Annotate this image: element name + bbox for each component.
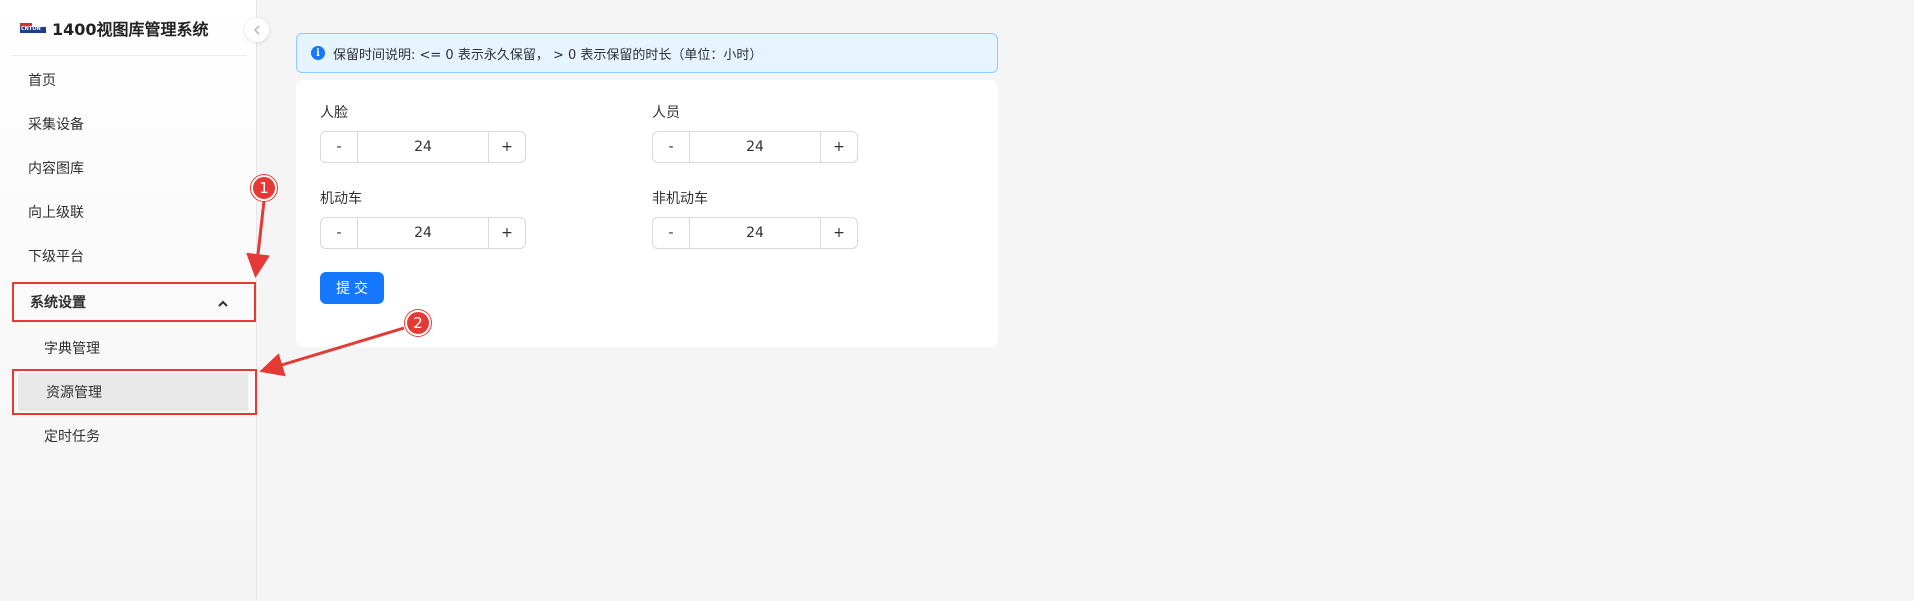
field-label-face: 人脸 xyxy=(320,105,348,121)
sidebar-subitem-dictionary[interactable]: 字典管理 xyxy=(12,326,245,370)
decrement-button[interactable]: - xyxy=(321,132,358,162)
motor-vehicle-retention-stepper: - + xyxy=(320,217,526,249)
sidebar-subitem-scheduled-tasks[interactable]: 定时任务 xyxy=(12,414,245,458)
decrement-button[interactable]: - xyxy=(321,218,358,248)
field-label-person: 人员 xyxy=(652,105,680,121)
non-motor-vehicle-retention-input[interactable] xyxy=(690,218,820,248)
retention-info-alert: i 保留时间说明: <= 0 表示永久保留， > 0 表示保留的时长（单位：小时… xyxy=(296,33,998,73)
sidebar-item-label: 首页 xyxy=(28,73,56,89)
non-motor-vehicle-retention-stepper: - + xyxy=(652,217,858,249)
alert-text: 保留时间说明: <= 0 表示永久保留， > 0 表示保留的时长（单位：小时） xyxy=(333,47,763,63)
chevron-up-icon xyxy=(218,298,228,311)
info-icon: i xyxy=(311,46,325,60)
sidebar-item-upper-cascade[interactable]: 向上级联 xyxy=(0,190,257,234)
sidebar-group-system-settings[interactable]: 系统设置 xyxy=(12,282,256,322)
sidebar-item-lower-platform[interactable]: 下级平台 xyxy=(0,234,257,278)
sidebar-collapse-button[interactable] xyxy=(245,18,269,42)
sidebar-item-label: 内容图库 xyxy=(28,161,84,177)
face-retention-input[interactable] xyxy=(358,132,488,162)
sidebar-item-label: 下级平台 xyxy=(28,249,84,265)
sidebar-subitem-label: 字典管理 xyxy=(44,341,100,357)
sidebar: CNTON 1400视图库管理系统 首页 采集设备 内容图库 向上级联 下级平台… xyxy=(0,0,257,601)
increment-button[interactable]: + xyxy=(820,132,857,162)
person-retention-stepper: - + xyxy=(652,131,858,163)
increment-button[interactable]: + xyxy=(820,218,857,248)
sidebar-item-devices[interactable]: 采集设备 xyxy=(0,102,257,146)
field-label-non-motor-vehicle: 非机动车 xyxy=(652,191,708,207)
increment-button[interactable]: + xyxy=(488,218,525,248)
submit-button[interactable]: 提交 xyxy=(320,272,384,304)
decrement-button[interactable]: - xyxy=(653,218,690,248)
logo-row: CNTON 1400视图库管理系统 xyxy=(12,0,247,56)
field-label-motor-vehicle: 机动车 xyxy=(320,191,362,207)
sidebar-item-label: 采集设备 xyxy=(28,117,84,133)
person-retention-input[interactable] xyxy=(690,132,820,162)
sidebar-item-label: 向上级联 xyxy=(28,205,84,221)
annotation-arrow-1 xyxy=(246,200,270,278)
motor-vehicle-retention-input[interactable] xyxy=(358,218,488,248)
annotation-badge-1: 1 xyxy=(251,175,277,201)
app-title: 1400视图库管理系统 xyxy=(52,19,209,39)
face-retention-stepper: - + xyxy=(320,131,526,163)
sidebar-subitem-label: 定时任务 xyxy=(44,429,100,445)
annotation-badge-2: 2 xyxy=(405,310,431,336)
sidebar-item-home[interactable]: 首页 xyxy=(0,58,257,102)
sidebar-subitem-resource-management[interactable]: 资源管理 xyxy=(12,369,257,415)
chevron-left-icon xyxy=(253,25,260,35)
sidebar-group-label: 系统设置 xyxy=(30,295,86,311)
sidebar-item-gallery[interactable]: 内容图库 xyxy=(0,146,257,190)
active-item-highlight: 资源管理 xyxy=(18,373,248,411)
retention-form-card: 人脸 - + 人员 - + 机动车 - + 非机动车 - + 提交 xyxy=(296,80,998,347)
logo-text: CNTON xyxy=(21,25,41,32)
increment-button[interactable]: + xyxy=(488,132,525,162)
decrement-button[interactable]: - xyxy=(653,132,690,162)
sidebar-subitem-label: 资源管理 xyxy=(46,385,102,401)
company-logo: CNTON xyxy=(20,21,46,35)
